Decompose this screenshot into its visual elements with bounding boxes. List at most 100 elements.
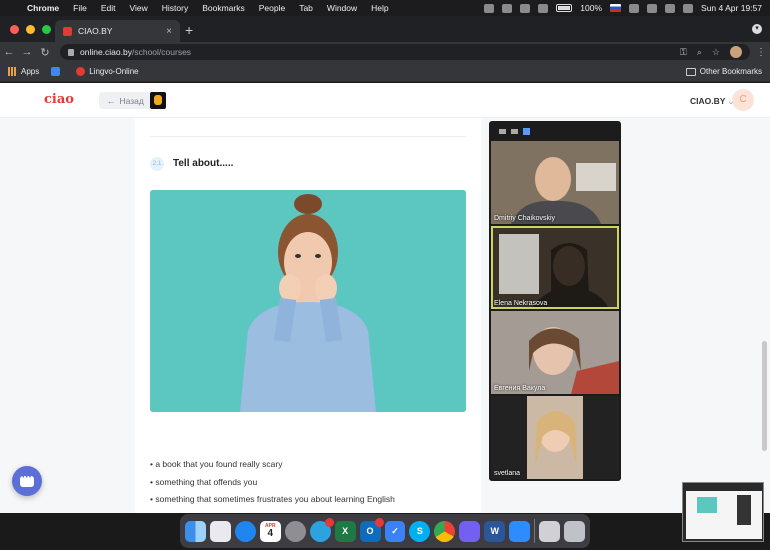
excel-icon[interactable]: X [334, 520, 356, 542]
menu-history[interactable]: History [155, 3, 195, 13]
participant-name: svetlana [494, 470, 521, 477]
browser-toolbar: ← → ↻ online.ciao.by/school/courses ⚿ ⌕ … [0, 42, 770, 62]
school-selector[interactable]: CIAO.BY ⌄ [690, 96, 735, 107]
participant-video [491, 226, 619, 309]
bluetooth-icon[interactable] [629, 3, 640, 13]
zoom-gallery-panel: Dmitriy Chaikovskiy Elena Nekrasova Евге… [489, 121, 621, 481]
school-name: CIAO.BY [690, 96, 726, 106]
minimize-video-icon[interactable] [499, 128, 506, 134]
skype-icon[interactable]: S [409, 520, 431, 542]
menu-tab[interactable]: Tab [292, 3, 320, 13]
speaker-view-icon[interactable] [511, 128, 518, 134]
key-icon[interactable]: ⚿ [680, 47, 687, 58]
menu-view[interactable]: View [122, 3, 154, 13]
menubar-status-area: 100% Sun 4 Apr 19:57 [484, 3, 770, 13]
frightened-woman-illustration [150, 190, 466, 412]
menu-file[interactable]: File [66, 3, 94, 13]
zoom-app-icon[interactable] [509, 520, 531, 542]
macos-dock: APR 4 X O ✓ S W [180, 514, 590, 548]
thumbnail-zoom-panel [737, 495, 751, 525]
preview-window-icon[interactable] [539, 520, 561, 542]
input-source-flag-icon[interactable] [610, 4, 622, 12]
new-tab-icon[interactable]: + [185, 22, 193, 38]
status-app-icon[interactable] [502, 3, 513, 13]
bookmark-star-icon[interactable]: ☆ [712, 47, 720, 58]
course-thumbnail[interactable] [150, 92, 166, 109]
browser-tab-strip: CIAO.BY × + ▾ [0, 16, 770, 42]
back-button[interactable]: ← Назад [99, 92, 152, 109]
chrome-menu-icon[interactable]: ⋮ [756, 47, 766, 58]
viber-icon[interactable] [459, 520, 481, 542]
tab-search-icon[interactable]: ▾ [752, 24, 762, 34]
menu-help[interactable]: Help [364, 3, 395, 13]
lock-icon[interactable] [68, 48, 74, 56]
screenshot-thumbnail-preview[interactable] [682, 482, 764, 542]
back-arrow-icon[interactable]: ← [0, 46, 18, 58]
web-page: ciao ← Назад CIAO.BY ⌄ C 2.1 Tell about...… [0, 83, 770, 513]
fullscreen-window-icon[interactable] [42, 25, 51, 34]
ciao-favicon-icon [63, 26, 72, 36]
system-preferences-icon[interactable] [284, 520, 306, 542]
lesson-content: 2.1 Tell about..... • a book that you fo… [135, 118, 481, 513]
participant-tile[interactable]: Dmitriy Chaikovskiy [491, 141, 619, 224]
ciao-logo[interactable]: ciao [44, 92, 74, 107]
bookmark-label: Apps [21, 67, 40, 76]
launchpad-icon[interactable] [209, 520, 231, 542]
user-avatar[interactable]: C [732, 89, 754, 111]
outlook-icon[interactable]: O [359, 517, 384, 542]
gallery-view-icon[interactable] [523, 127, 530, 135]
close-window-icon[interactable] [10, 25, 19, 34]
menu-app-name[interactable]: Chrome [20, 3, 66, 13]
menu-edit[interactable]: Edit [94, 3, 123, 13]
bookmark-lingvo[interactable]: Lingvo-Online [76, 67, 139, 76]
status-app-icon[interactable] [520, 3, 531, 13]
forward-arrow-icon[interactable]: → [18, 46, 36, 58]
bookmark-label: Other Bookmarks [699, 67, 762, 76]
wifi-icon[interactable] [647, 3, 658, 13]
browser-tab[interactable]: CIAO.BY × [55, 20, 180, 42]
close-tab-icon[interactable]: × [166, 26, 172, 37]
task-title: Tell about..... [173, 158, 234, 169]
lingvo-icon [76, 67, 86, 76]
participant-tile-active-speaker[interactable]: Elena Nekrasova [491, 226, 619, 309]
divider [150, 136, 466, 137]
menubar-clock[interactable]: Sun 4 Apr 19:57 [701, 3, 762, 13]
battery-icon[interactable] [556, 4, 573, 12]
participant-name: Евгения Вакула [494, 385, 546, 392]
participant-name: Dmitriy Chaikovskiy [494, 215, 556, 222]
menu-window[interactable]: Window [320, 3, 364, 13]
calendar-day: 4 [267, 528, 274, 539]
spotlight-search-icon[interactable] [665, 3, 676, 13]
telegram-icon[interactable] [309, 517, 334, 542]
participant-tile[interactable]: Евгения Вакула [491, 311, 619, 394]
left-arrow-icon: ← [107, 95, 116, 106]
participant-tile[interactable]: svetlana [491, 396, 619, 479]
chrome-icon[interactable] [434, 520, 456, 542]
other-bookmarks[interactable]: Other Bookmarks [685, 67, 762, 76]
bookmark-apps[interactable]: Apps [8, 67, 39, 76]
minimize-window-icon[interactable] [26, 25, 35, 34]
safari-icon[interactable] [234, 520, 256, 542]
menu-bookmarks[interactable]: Bookmarks [195, 3, 252, 13]
finder-icon[interactable] [185, 520, 206, 542]
chat-support-button[interactable] [12, 466, 42, 496]
list-item: • something that sometimes frustrates yo… [150, 494, 395, 504]
menu-people[interactable]: People [252, 3, 292, 13]
trash-icon[interactable] [564, 520, 585, 542]
tasks-check-icon[interactable]: ✓ [384, 520, 406, 542]
calendar-icon[interactable]: APR 4 [259, 520, 281, 542]
bookmark-google[interactable] [51, 67, 64, 76]
control-center-icon[interactable] [683, 3, 694, 13]
thumbnail-photo [697, 497, 717, 513]
word-icon[interactable]: W [484, 520, 506, 542]
bookmark-label: Lingvo-Online [89, 67, 139, 76]
page-scrollbar[interactable] [762, 341, 767, 451]
reload-icon[interactable]: ↻ [36, 46, 54, 59]
profile-avatar-icon[interactable] [730, 46, 742, 58]
address-bar[interactable]: online.ciao.by/school/courses ⚿ ⌕ ☆ [60, 44, 750, 60]
zoom-magnifier-icon[interactable]: ⌕ [697, 47, 702, 58]
tab-title: CIAO.BY [78, 26, 113, 36]
status-app-icon[interactable] [538, 3, 549, 13]
status-app-icon[interactable] [484, 3, 495, 13]
url-host: online.ciao.by [80, 47, 132, 57]
